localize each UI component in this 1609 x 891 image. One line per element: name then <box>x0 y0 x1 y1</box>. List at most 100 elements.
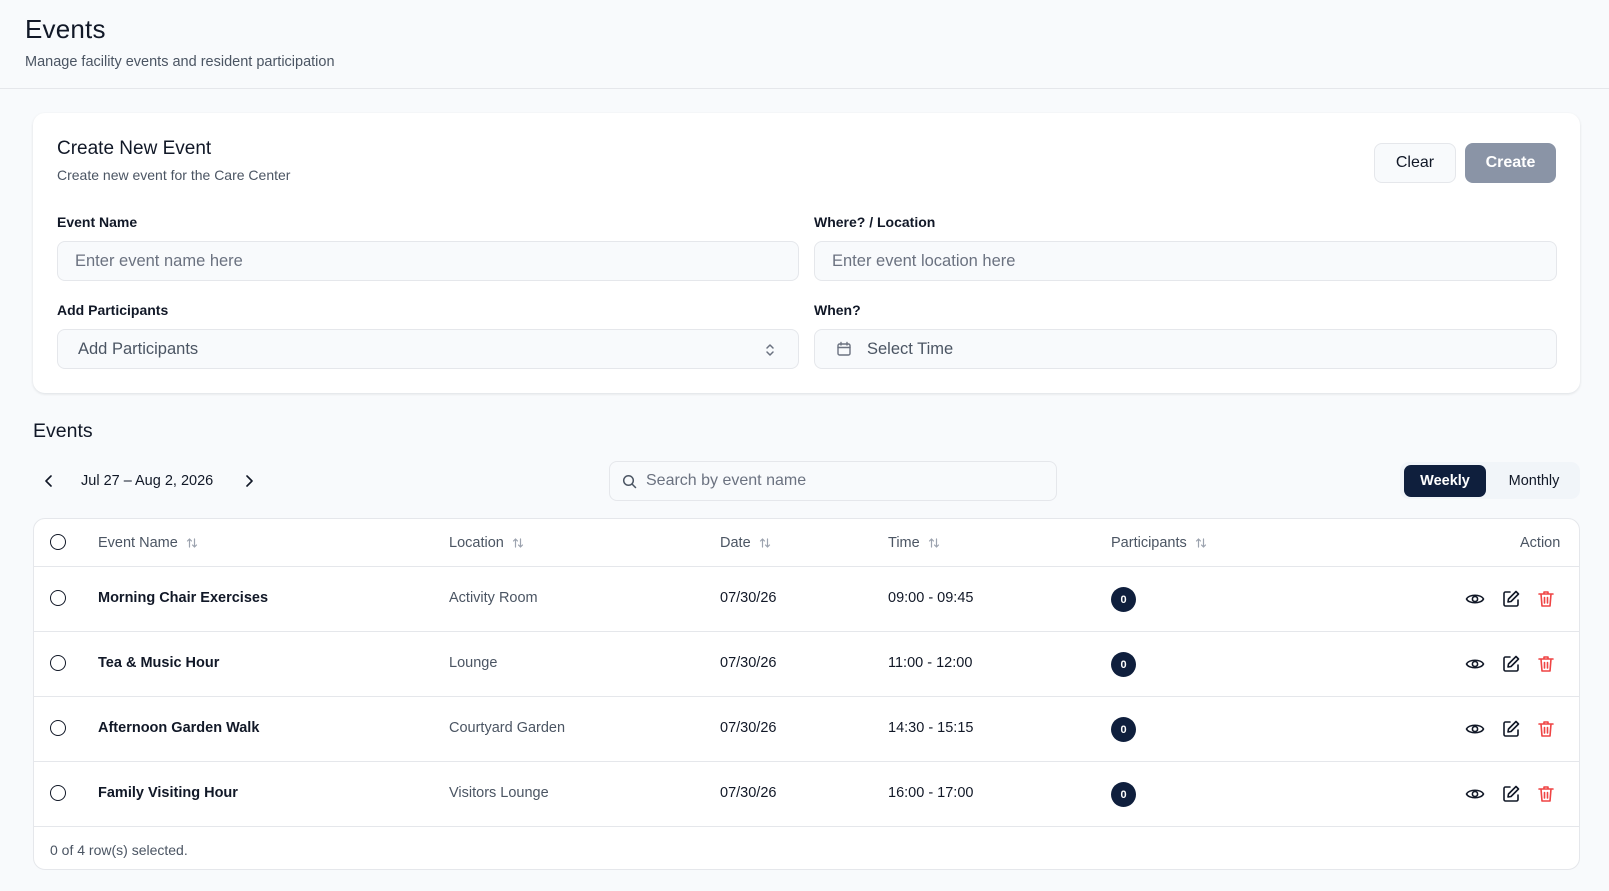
column-header-date-label: Date <box>720 535 751 551</box>
date-range: Jul 27 – Aug 2, 2026 <box>81 473 214 489</box>
view-toggle: Weekly Monthly <box>1400 462 1580 499</box>
event-name-input[interactable] <box>57 241 799 281</box>
create-button[interactable]: Create <box>1465 143 1556 183</box>
eye-icon <box>1465 594 1485 604</box>
edit-icon <box>1503 655 1520 672</box>
delete-button[interactable] <box>1534 587 1558 611</box>
participants-badge: 0 <box>1111 652 1136 677</box>
delete-button[interactable] <box>1534 782 1558 806</box>
eye-icon <box>1465 789 1485 799</box>
table-row[interactable]: Family Visiting Hour Visitors Lounge 07/… <box>34 762 1579 827</box>
time-cell: 09:00 - 09:45 <box>888 590 974 606</box>
time-cell: 11:00 - 12:00 <box>888 655 973 671</box>
select-all-radio[interactable] <box>50 534 66 550</box>
chevron-left-icon <box>45 475 52 487</box>
page-title: Events <box>25 14 106 44</box>
location-cell: Lounge <box>449 655 498 671</box>
location-cell: Visitors Lounge <box>449 785 549 801</box>
trash-icon <box>1538 656 1554 672</box>
events-table: Event Name Location Date Time Participan… <box>33 518 1580 870</box>
column-header-name-label: Event Name <box>98 535 178 551</box>
when-label: When? <box>814 302 861 318</box>
chevron-right-icon <box>246 475 253 487</box>
trash-icon <box>1538 786 1554 802</box>
eye-icon <box>1465 659 1485 669</box>
table-row[interactable]: Afternoon Garden Walk Courtyard Garden 0… <box>34 697 1579 762</box>
table-row[interactable]: Morning Chair Exercises Activity Room 07… <box>34 567 1579 632</box>
column-header-location-label: Location <box>449 535 504 551</box>
weekly-toggle[interactable]: Weekly <box>1404 465 1486 497</box>
delete-button[interactable] <box>1534 717 1558 741</box>
events-section-title: Events <box>33 420 93 442</box>
column-header-date[interactable]: Date <box>720 535 771 551</box>
search-input[interactable] <box>646 462 1046 500</box>
table-row[interactable]: Tea & Music Hour Lounge 07/30/26 11:00 -… <box>34 632 1579 697</box>
edit-button[interactable] <box>1499 587 1523 611</box>
edit-icon <box>1503 785 1520 802</box>
event-name-label: Event Name <box>57 214 138 230</box>
event-name-cell: Afternoon Garden Walk <box>98 720 260 736</box>
delete-button[interactable] <box>1534 652 1558 676</box>
view-button[interactable] <box>1463 587 1487 611</box>
chevrons-up-down-icon <box>764 342 776 363</box>
column-header-time[interactable]: Time <box>888 535 940 551</box>
search-icon <box>622 474 637 494</box>
calendar-icon <box>836 341 852 357</box>
edit-button[interactable] <box>1499 717 1523 741</box>
monthly-toggle[interactable]: Monthly <box>1492 465 1576 497</box>
row-select-radio[interactable] <box>50 655 66 671</box>
location-cell: Courtyard Garden <box>449 720 566 736</box>
date-cell: 07/30/26 <box>720 720 777 736</box>
sort-icon <box>512 537 524 549</box>
page-header: Events Manage facility events and reside… <box>0 0 1609 89</box>
view-button[interactable] <box>1463 782 1487 806</box>
participants-select-value: Add Participants <box>78 339 199 358</box>
row-select-radio[interactable] <box>50 785 66 801</box>
table-header: Event Name Location Date Time Participan… <box>34 519 1579 567</box>
event-name-cell: Tea & Music Hour <box>98 655 220 671</box>
event-name-cell: Family Visiting Hour <box>98 785 238 801</box>
view-button[interactable] <box>1463 652 1487 676</box>
participants-badge: 0 <box>1111 782 1136 807</box>
selection-status: 0 of 4 row(s) selected. <box>50 842 188 858</box>
page-subtitle: Manage facility events and resident part… <box>25 54 335 70</box>
location-cell: Activity Room <box>449 590 538 606</box>
column-header-location[interactable]: Location <box>449 535 524 551</box>
sort-icon <box>1195 537 1207 549</box>
clear-button[interactable]: Clear <box>1374 143 1456 183</box>
column-header-name[interactable]: Event Name <box>98 535 198 551</box>
row-select-radio[interactable] <box>50 590 66 606</box>
edit-icon <box>1503 720 1520 737</box>
search-box <box>609 461 1057 501</box>
eye-icon <box>1465 724 1485 734</box>
time-cell: 16:00 - 17:00 <box>888 785 974 801</box>
column-header-participants[interactable]: Participants <box>1111 535 1207 551</box>
location-label: Where? / Location <box>814 214 936 230</box>
column-header-time-label: Time <box>888 535 920 551</box>
participants-badge: 0 <box>1111 717 1136 742</box>
sort-icon <box>928 537 940 549</box>
trash-icon <box>1538 721 1554 737</box>
edit-icon <box>1503 590 1520 607</box>
date-cell: 07/30/26 <box>720 655 777 671</box>
edit-button[interactable] <box>1499 652 1523 676</box>
view-button[interactable] <box>1463 717 1487 741</box>
row-select-radio[interactable] <box>50 720 66 736</box>
time-cell: 14:30 - 15:15 <box>888 720 974 736</box>
sort-icon <box>186 537 198 549</box>
next-week-button[interactable] <box>239 471 259 491</box>
create-event-card: Create New Event Create new event for th… <box>33 113 1580 393</box>
edit-button[interactable] <box>1499 782 1523 806</box>
date-cell: 07/30/26 <box>720 590 777 606</box>
participants-select[interactable]: Add Participants <box>57 329 799 369</box>
time-picker[interactable]: Select Time <box>814 329 1557 369</box>
trash-icon <box>1538 591 1554 607</box>
date-cell: 07/30/26 <box>720 785 777 801</box>
participants-badge: 0 <box>1111 587 1136 612</box>
column-header-participants-label: Participants <box>1111 535 1187 551</box>
column-header-action: Action <box>1520 535 1561 551</box>
sort-icon <box>759 537 771 549</box>
prev-week-button[interactable] <box>39 471 59 491</box>
participants-label: Add Participants <box>57 302 169 318</box>
location-input[interactable] <box>814 241 1557 281</box>
